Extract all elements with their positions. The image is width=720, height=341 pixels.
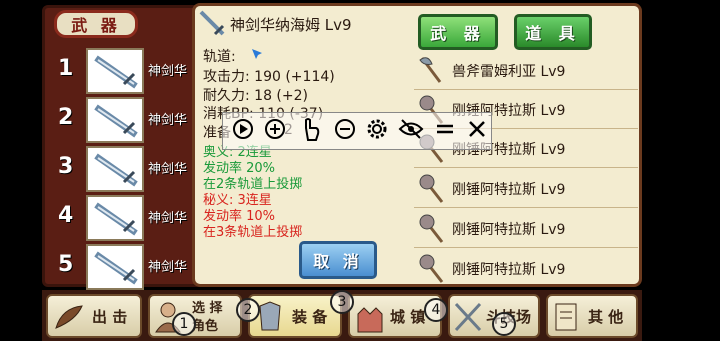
marker-1: 1 [172, 312, 196, 336]
other-label: 其 他 [588, 308, 624, 326]
slot-number: 3 [58, 154, 74, 179]
equip-label: 装 备 [292, 308, 328, 326]
marker-5: 5 [492, 312, 516, 336]
sword-icon [86, 97, 144, 143]
select-character-label-1: 选 择 [192, 301, 223, 316]
cancel-button[interactable]: 取 消 [299, 241, 377, 279]
weapon-title: 神剑华纳海姆 Lv9 [230, 16, 352, 34]
plus-icon[interactable] [264, 118, 286, 145]
scroll-icon [550, 300, 582, 338]
list-item[interactable]: 刚锤阿特拉斯 Lv9 [414, 250, 638, 288]
marker-4: 4 [424, 298, 448, 322]
item-name: 兽斧雷姆利亚 Lv9 [452, 64, 566, 80]
attack-stat: 攻击力: 190 (+114) [203, 69, 335, 85]
weapon-slot-4[interactable]: 4 神剑华 [50, 195, 200, 241]
item-name: 刚锤阿特拉斯 Lv9 [452, 222, 566, 238]
game-screen: 武 器 1 神剑华 2 神剑华 3 神剑华 4 神剑华 5 神剑华 神剑华纳海姆… [0, 0, 720, 341]
slot-number: 5 [58, 252, 74, 277]
list-item[interactable]: 刚锤阿特拉斯 Lv9 [414, 210, 638, 248]
slot-weapon-name: 神剑华 [148, 260, 188, 275]
town-label: 城 镇 [390, 308, 426, 326]
slot-weapon-name: 神剑华 [148, 64, 188, 79]
minus-icon[interactable] [334, 118, 356, 145]
slot-weapon-name: 神剑华 [148, 162, 188, 177]
equals-icon[interactable] [434, 118, 456, 145]
sword-icon [86, 195, 144, 241]
item-name: 刚锤阿特拉斯 Lv9 [452, 182, 566, 198]
marker-3: 3 [330, 290, 354, 314]
sortie-label: 出 击 [92, 308, 128, 326]
tab-items[interactable]: 道 具 [514, 14, 592, 50]
tab-weapon[interactable]: 武 器 [418, 14, 498, 50]
mace-icon [416, 252, 448, 288]
mace-icon [416, 212, 448, 248]
crossed-swords-icon [452, 300, 484, 338]
sortie-icon [52, 298, 88, 338]
gear-icon[interactable] [366, 118, 388, 145]
track-arrow-icon [250, 46, 264, 65]
axe-icon [416, 54, 448, 90]
list-item[interactable]: 兽斧雷姆利亚 Lv9 [414, 52, 638, 90]
eye-off-icon[interactable] [398, 118, 424, 145]
sword-icon [86, 48, 144, 94]
marker-2: 2 [236, 298, 260, 322]
slot-number: 4 [58, 203, 74, 228]
durability-stat: 耐久力: 18 (+2) [203, 88, 308, 104]
weapon-slot-3[interactable]: 3 神剑华 [50, 146, 200, 192]
castle-icon [354, 300, 386, 338]
skill2-desc: 在3条轨道上投掷 [203, 225, 303, 240]
slot-number: 2 [58, 105, 74, 130]
weapon-list-tab[interactable]: 武 器 [54, 10, 138, 38]
mace-icon [416, 172, 448, 208]
track-label: 轨道: [203, 49, 236, 65]
weapon-title-icon [197, 8, 227, 42]
sword-icon [86, 244, 144, 290]
slot-number: 1 [58, 56, 74, 81]
item-name: 刚锤阿特拉斯 Lv9 [452, 262, 566, 278]
weapon-slot-5[interactable]: 5 神剑华 [50, 244, 200, 290]
close-icon[interactable] [466, 118, 488, 145]
touch-icon[interactable] [298, 114, 322, 147]
list-item[interactable]: 刚锤阿特拉斯 Lv9 [414, 170, 638, 208]
slot-weapon-name: 神剑华 [148, 211, 188, 226]
play-icon[interactable] [232, 118, 254, 145]
slot-weapon-name: 神剑华 [148, 113, 188, 128]
weapon-slot-2[interactable]: 2 神剑华 [50, 97, 200, 143]
weapon-slot-1[interactable]: 1 神剑华 [50, 48, 200, 94]
sword-icon [86, 146, 144, 192]
